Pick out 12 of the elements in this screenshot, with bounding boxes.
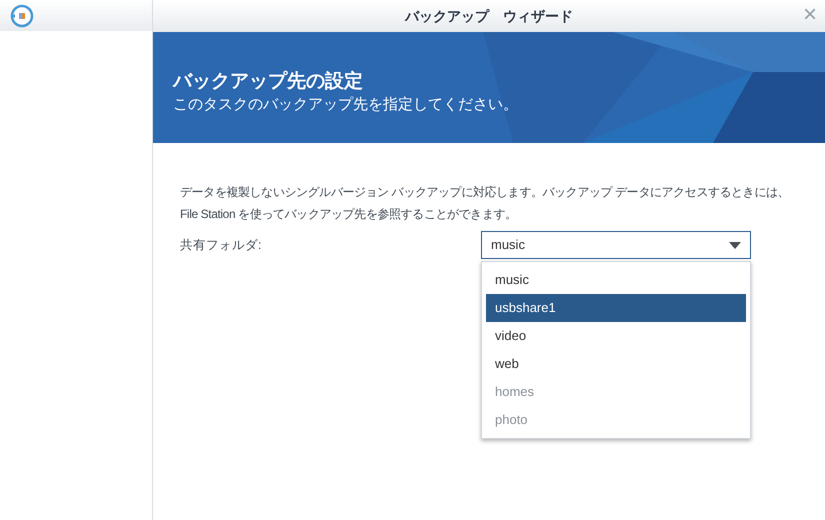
backup-app-icon[interactable] [10,4,34,28]
shared-folder-label: 共有フォルダ: [180,236,262,254]
dropdown-option[interactable]: video [486,322,746,350]
dropdown-option[interactable]: web [486,350,746,378]
caret-icon [729,242,741,248]
shared-folder-dropdown[interactable]: music [481,231,751,259]
dropdown-option[interactable]: music [486,266,746,294]
description-text: データを複製しないシングルバージョン バックアップに対応します。バックアップ データにアクセスするときには、File Station を使ってバックアップ先を参照することができます。 [180,184,790,223]
banner-title: バックアップ先の設定 [173,70,364,94]
dropdown-option[interactable]: usbshare1 [486,294,746,322]
banner-subtitle: このタスクのバックアップ先を指定してください。 [173,94,519,114]
window-title: バックアップ ウィザード [405,6,573,26]
